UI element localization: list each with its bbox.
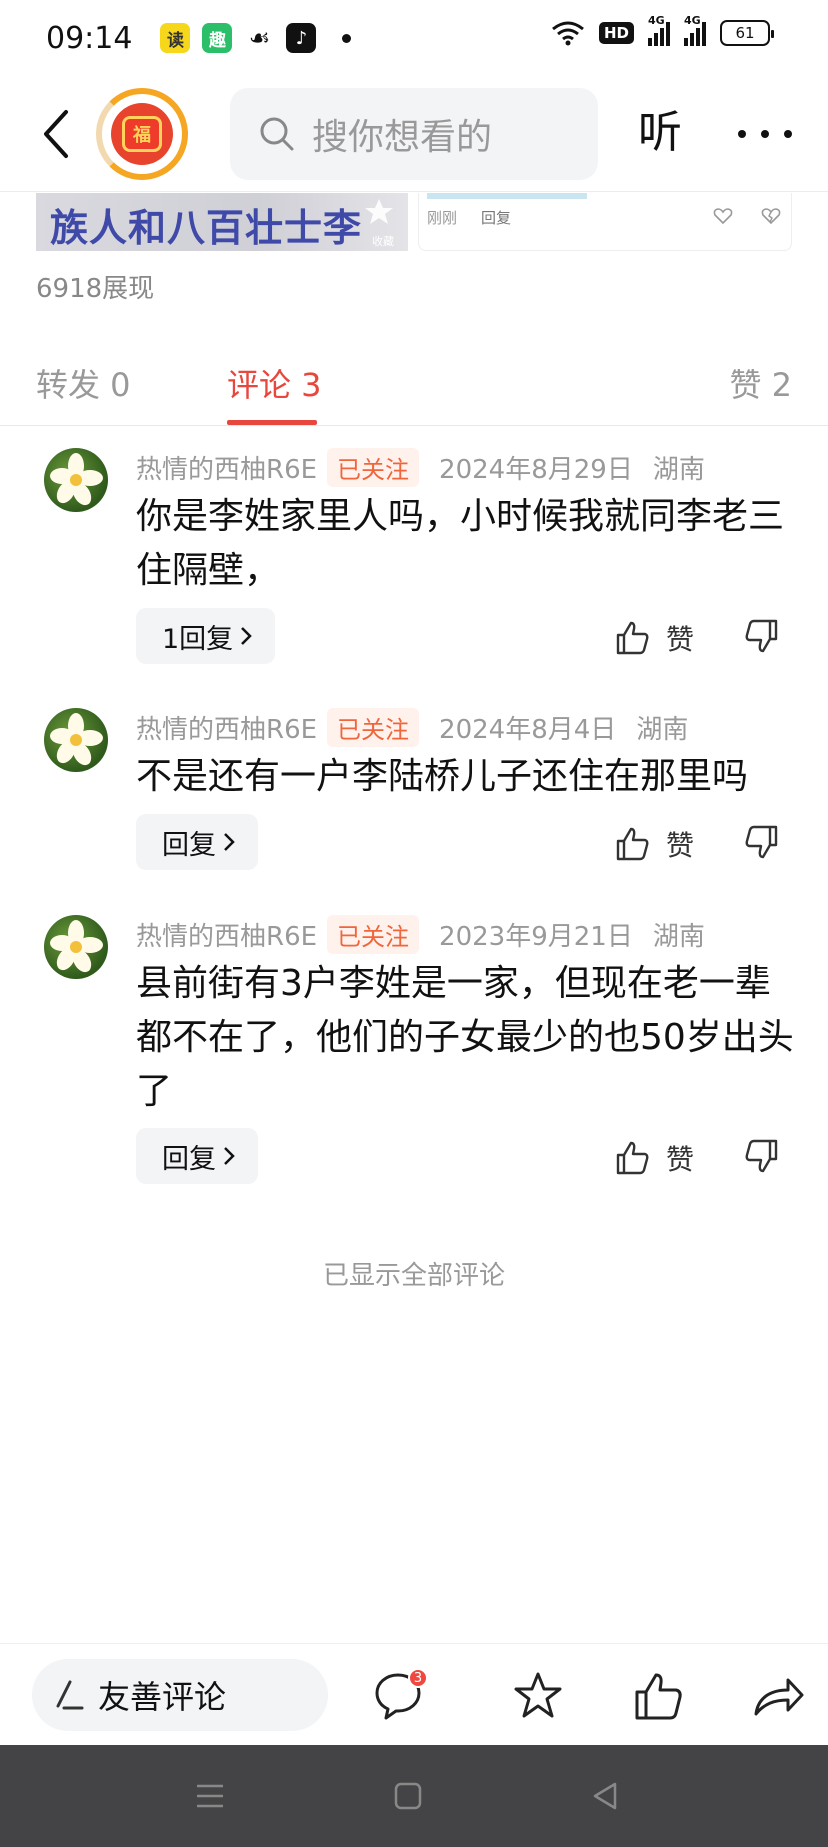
- pen-icon: [56, 1680, 84, 1710]
- like-button[interactable]: 赞: [614, 618, 694, 658]
- signal-icon-2: 4G: [684, 14, 706, 46]
- favorite-star-icon[interactable]: [364, 197, 394, 227]
- wechat-icon: ☙: [248, 24, 271, 52]
- view-count: 6918展现: [36, 274, 155, 304]
- comment-region: 湖南: [652, 922, 705, 952]
- status-app-icons: 读 趣 ☙ ♪: [160, 23, 352, 53]
- comment-region: 湖南: [652, 455, 705, 485]
- tab-like[interactable]: 赞 2: [729, 360, 792, 406]
- thumbs-up-icon[interactable]: [632, 1670, 684, 1722]
- commenter-name[interactable]: 热情的西柚R6E: [136, 916, 317, 953]
- reply-button[interactable]: 1回复: [136, 608, 276, 664]
- reply-button[interactable]: 回复: [136, 1128, 258, 1184]
- thumbs-up-icon: [616, 1141, 649, 1175]
- like-label: 赞: [666, 623, 695, 656]
- article-image[interactable]: 族人和八百壮士李 收藏: [36, 193, 408, 251]
- system-nav-bar: [0, 1745, 828, 1847]
- comment-region: 湖南: [636, 715, 689, 745]
- like-label: 赞: [666, 1143, 695, 1176]
- bottom-action-bar: 友善评论 3: [0, 1643, 828, 1745]
- all-comments-shown-note: 已显示全部评论: [322, 1261, 505, 1291]
- tab-comment[interactable]: 评论 3: [227, 360, 322, 406]
- chevron-right-icon: [224, 833, 235, 851]
- heart-icon[interactable]: [713, 207, 733, 225]
- search-placeholder: 搜你想看的: [312, 117, 493, 158]
- thumbs-up-icon: [616, 827, 649, 861]
- back-arrow-icon[interactable]: [36, 106, 76, 162]
- followed-badge[interactable]: 已关注: [327, 708, 420, 747]
- avatar[interactable]: [44, 448, 108, 512]
- comment-placeholder: 友善评论: [98, 1678, 227, 1716]
- status-indicators: HD 4G 4G 61: [551, 14, 774, 46]
- commenter-name[interactable]: 热情的西柚R6E: [136, 449, 317, 486]
- comment-text[interactable]: 你是李姓家里人吗，小时候我就同李老三住隔壁，: [136, 490, 796, 598]
- broken-heart-icon[interactable]: [761, 207, 781, 225]
- article-strip: 族人和八百壮士李 收藏 刚刚 回复: [36, 193, 792, 251]
- fortune-redpacket-button[interactable]: 福: [96, 88, 188, 180]
- avatar[interactable]: [44, 915, 108, 979]
- tab-forward[interactable]: 转发 0: [36, 360, 131, 406]
- comment-date: 2023年9月21日: [439, 922, 633, 952]
- interaction-tabs: 转发 0 评论 3 赞 2: [0, 350, 828, 426]
- back-triangle-icon[interactable]: [587, 1777, 625, 1815]
- wifi-icon: [552, 21, 584, 46]
- search-input[interactable]: 搜你想看的: [230, 88, 598, 180]
- card-time: 刚刚: [427, 209, 458, 227]
- thumbs-down-icon[interactable]: [744, 618, 780, 654]
- reader-app-icon: 读: [160, 23, 191, 53]
- thumbs-down-icon[interactable]: [744, 1138, 780, 1174]
- reply-label: 回复: [162, 1143, 216, 1175]
- home-icon[interactable]: [389, 1777, 427, 1815]
- qutoutiao-app-icon: 趣: [202, 23, 233, 53]
- hd-voice-icon: HD: [598, 22, 634, 44]
- article-image-title: 族人和八百壮士李: [50, 206, 363, 250]
- fu-label: 福: [122, 116, 162, 152]
- thumbs-down-icon[interactable]: [744, 824, 780, 860]
- comment-meta: 热情的西柚R6E 已关注 2023年9月21日 湖南: [136, 915, 705, 954]
- like-button[interactable]: 赞: [614, 1138, 694, 1178]
- comment-text[interactable]: 县前街有3户李姓是一家，但现在老一辈都不在了，他们的子女最少的也50岁出头了: [136, 957, 796, 1119]
- comment-meta: 热情的西柚R6E 已关注 2024年8月29日 湖南: [136, 448, 705, 487]
- listen-button[interactable]: 听: [638, 98, 682, 168]
- comment-date: 2024年8月4日: [439, 715, 617, 745]
- battery-icon: 61: [720, 20, 774, 46]
- redpacket-icon: 福: [111, 103, 173, 165]
- top-nav: 福 搜你想看的 听: [0, 76, 828, 192]
- chevron-right-icon: [224, 1147, 235, 1165]
- like-label: 赞: [666, 829, 695, 862]
- followed-badge[interactable]: 已关注: [327, 915, 420, 954]
- card-edge: [427, 193, 587, 199]
- comment-meta: 热情的西柚R6E 已关注 2024年8月4日 湖南: [136, 708, 688, 747]
- embedded-comment-card: 刚刚 回复: [418, 193, 792, 251]
- comment-text[interactable]: 不是还有一户李陆桥儿子还住在那里吗: [136, 750, 796, 804]
- favorite-label: 收藏: [372, 235, 394, 248]
- card-reply[interactable]: 回复: [481, 207, 511, 228]
- reply-button[interactable]: 回复: [136, 814, 258, 870]
- notification-dot-icon: [342, 33, 352, 43]
- share-arrow-icon[interactable]: [752, 1670, 804, 1722]
- menu-icon[interactable]: [191, 1777, 229, 1815]
- status-bar: 09:14 读 趣 ☙ ♪ HD 4G 4G 61: [0, 0, 828, 76]
- signal-icon-1: 4G: [648, 14, 670, 46]
- avatar[interactable]: [44, 708, 108, 772]
- commenter-name[interactable]: 热情的西柚R6E: [136, 709, 317, 746]
- followed-badge[interactable]: 已关注: [327, 448, 420, 487]
- reply-label: 回复: [162, 829, 216, 861]
- star-icon[interactable]: [512, 1670, 564, 1722]
- comment-count-badge: 3: [408, 1668, 428, 1688]
- status-time: 09:14: [46, 20, 133, 56]
- comment-input[interactable]: 友善评论: [32, 1659, 328, 1731]
- active-tab-indicator: [227, 420, 317, 425]
- thumbs-up-icon: [616, 621, 649, 655]
- more-options-icon[interactable]: [738, 106, 792, 162]
- chevron-right-icon: [241, 627, 252, 645]
- like-button[interactable]: 赞: [614, 824, 694, 864]
- reply-label: 1回复: [162, 623, 234, 655]
- comment-date: 2024年8月29日: [439, 455, 633, 485]
- search-icon: [260, 117, 294, 151]
- tiktok-icon: ♪: [286, 23, 317, 53]
